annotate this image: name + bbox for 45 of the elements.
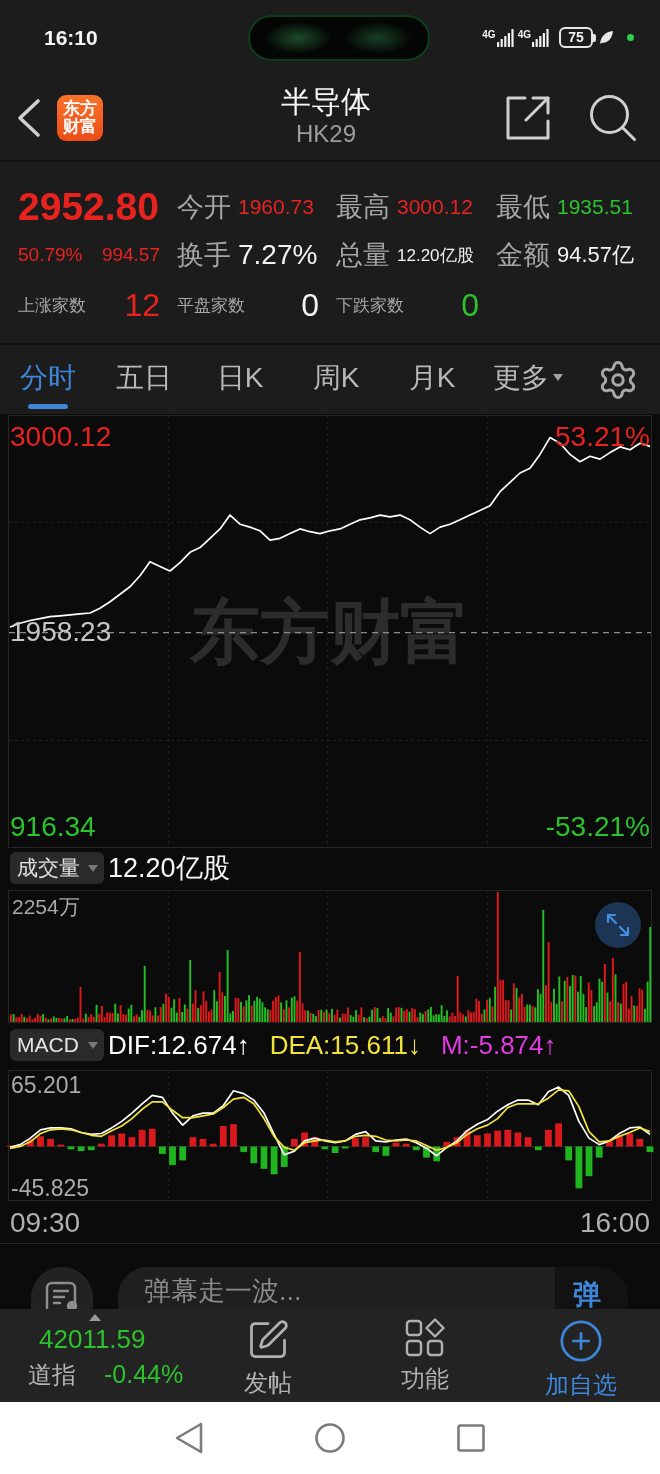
stat-value: 1960.73 <box>238 195 314 219</box>
stat-value: 94.57亿 <box>557 241 635 269</box>
stock-code: HK29 <box>295 119 356 148</box>
percent-axis-label: 53.21% <box>555 422 650 453</box>
stat-label: 总量 <box>336 239 390 272</box>
breadth-label: 下跌家数 <box>336 294 404 317</box>
volume-total: 12.20亿股 <box>108 852 230 885</box>
last-price: 2952.80 <box>18 185 160 229</box>
stat-value: 7.27% <box>238 239 318 271</box>
index-value: 42011.59 <box>39 1324 146 1354</box>
change-amount: 994.57 <box>101 244 160 266</box>
network-type: 4G <box>517 28 531 40</box>
breadth-label: 平盘家数 <box>177 294 245 317</box>
price-axis-label: 916.34 <box>10 812 96 843</box>
stat-value: 3000.12 <box>397 195 473 219</box>
time-axis-label: 09:30 <box>10 1208 81 1239</box>
stat-label: 今开 <box>177 191 231 224</box>
macd-axis-label: -45.825 <box>11 1176 89 1202</box>
stat-label: 换手 <box>177 239 231 272</box>
price-axis-label: 3000.12 <box>10 422 112 453</box>
app-logo: 东方财富 <box>57 94 103 141</box>
macd-readout: M:-5.874↑ <box>440 1029 557 1061</box>
volume-axis-label: 2254万 <box>12 895 80 919</box>
macd-readout: DEA:15.611↓ <box>269 1029 421 1061</box>
index-change: -0.44% <box>104 1359 184 1389</box>
breadth-count: 0 <box>301 286 319 324</box>
breadth-count: 0 <box>461 286 479 324</box>
change-percent: 50.79% <box>18 244 83 266</box>
percent-axis-label: -53.21% <box>545 812 650 843</box>
macd-readout: DIF:12.674↑ <box>108 1029 250 1061</box>
index-name: 道指 <box>28 1360 76 1390</box>
network-type: 4G <box>482 28 496 40</box>
battery-indicator: 75 <box>559 27 596 48</box>
time-axis-label: 16:00 <box>579 1208 650 1239</box>
breadth-count: 12 <box>124 286 160 324</box>
stat-label: 最低 <box>496 191 550 224</box>
macd-axis-label: 65.201 <box>11 1073 82 1099</box>
stat-value: 12.20亿股 <box>397 244 474 267</box>
stat-label: 金额 <box>496 239 550 272</box>
previous-close-label: 1958.23 <box>10 617 112 648</box>
breadth-label: 上涨家数 <box>18 294 86 317</box>
stat-value: 1935.51 <box>557 195 633 219</box>
status-time: 16:10 <box>44 25 98 50</box>
page-title: 半导体 <box>281 83 371 120</box>
stat-label: 最高 <box>336 191 390 224</box>
